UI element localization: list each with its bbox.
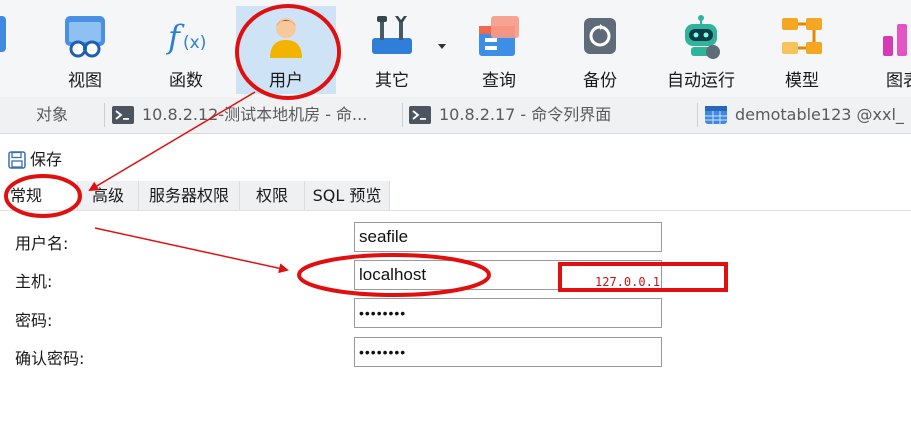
tab-sql-preview[interactable]: SQL 预览 [305, 181, 390, 210]
tab-privileges[interactable]: 权限 [240, 181, 305, 210]
tab-divider [402, 103, 403, 127]
tab-label: 10.8.2.17 - 命令列界面 [439, 105, 612, 124]
backup-icon [584, 18, 616, 54]
toolbar-label: 其它 [375, 71, 409, 91]
annotation-note: 127.0.0.1 [595, 275, 661, 289]
svg-text:(x): (x) [183, 33, 206, 53]
tab-divider [104, 103, 105, 127]
username-input[interactable] [354, 222, 662, 252]
robot-icon [685, 15, 720, 59]
terminal-icon [112, 105, 134, 124]
tab-label: 常规 [10, 186, 43, 205]
tab-terminal-2[interactable]: 10.8.2.17 - 命令列界面 [409, 97, 689, 133]
save-label: 保存 [30, 150, 63, 169]
main-toolbar: 视图 f (x) 函数 用户 其它 查询 备份 自动运行 模型 图 [0, 0, 911, 97]
toolbar-label: 模型 [785, 71, 819, 91]
toolbar-chart-button[interactable]: 图表 [853, 6, 911, 94]
toolbar-user-button[interactable]: 用户 [236, 6, 336, 94]
toolbar-label: 函数 [169, 71, 203, 91]
tab-general[interactable]: 常规 [0, 181, 78, 210]
tab-label: 高级 [91, 186, 124, 205]
tab-table-demotable[interactable]: demotable123 @xxl_ [705, 97, 911, 133]
toolbar-label: 视图 [68, 71, 102, 91]
toolbar-label: 查询 [482, 71, 516, 91]
view-icon [65, 16, 105, 58]
tab-label: 对象 [36, 105, 69, 124]
tab-terminal-1[interactable]: 10.8.2.12-测试本地机房 - 命... [112, 97, 398, 133]
host-label: 主机: [15, 272, 53, 291]
tab-objects[interactable]: 对象 [36, 97, 68, 133]
toolbar-autorun-button[interactable]: 自动运行 [651, 6, 751, 94]
connection-icon [0, 16, 6, 52]
tools-icon [372, 16, 412, 54]
terminal-icon [409, 105, 431, 124]
table-icon [705, 105, 727, 124]
password-input[interactable] [354, 298, 662, 328]
tab-label: 服务器权限 [148, 186, 229, 205]
property-tabs: 常规 高级 服务器权限 权限 SQL 预览 [0, 181, 911, 210]
toolbar-other-button[interactable]: 其它 [342, 6, 442, 94]
toolbar-label: 用户 [269, 71, 303, 91]
toolbar-label: 图表 [886, 71, 911, 91]
chart-icon [883, 24, 907, 56]
toolbar-model-button[interactable]: 模型 [752, 6, 852, 94]
save-icon [8, 151, 26, 169]
tab-advanced[interactable]: 高级 [78, 181, 139, 210]
function-icon: f (x) [166, 18, 206, 56]
tab-label: demotable123 @xxl_ [735, 105, 904, 124]
query-icon [479, 16, 519, 56]
tab-server-privileges[interactable]: 服务器权限 [139, 181, 240, 210]
toolbar-backup-button[interactable]: 备份 [550, 6, 650, 94]
toolbar-label: 自动运行 [667, 71, 735, 91]
tab-divider [697, 103, 698, 127]
model-icon [782, 18, 822, 54]
password-label: 密码: [15, 311, 53, 330]
confirm-password-label: 确认密码: [15, 349, 85, 368]
toolbar-label: 备份 [583, 71, 617, 91]
confirm-password-input[interactable] [354, 337, 662, 367]
toolbar-query-button[interactable]: 查询 [449, 6, 549, 94]
username-label: 用户名: [15, 234, 69, 253]
object-tab-bar: 对象 10.8.2.12-测试本地机房 - 命... 10.8.2.17 - 命… [0, 97, 911, 134]
chevron-down-icon[interactable] [438, 44, 446, 49]
tab-label: 权限 [255, 186, 288, 205]
tab-label: 10.8.2.12-测试本地机房 - 命... [142, 105, 368, 124]
toolbar-function-button[interactable]: f (x) 函数 [136, 6, 236, 94]
toolbar-view-button[interactable]: 视图 [35, 6, 135, 94]
tab-label: SQL 预览 [312, 186, 382, 205]
user-icon [270, 18, 302, 58]
save-button[interactable]: 保存 [8, 147, 62, 173]
